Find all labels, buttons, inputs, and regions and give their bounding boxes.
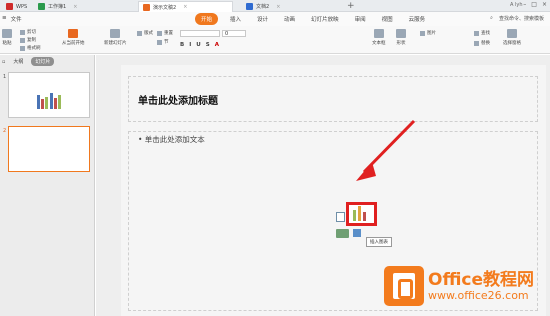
watermark-title: Office教程网 (428, 269, 535, 290)
office-logo-icon (384, 266, 424, 306)
watermark: Office教程网 www.office26.com (384, 266, 534, 306)
watermark-url: www.office26.com (428, 288, 529, 302)
